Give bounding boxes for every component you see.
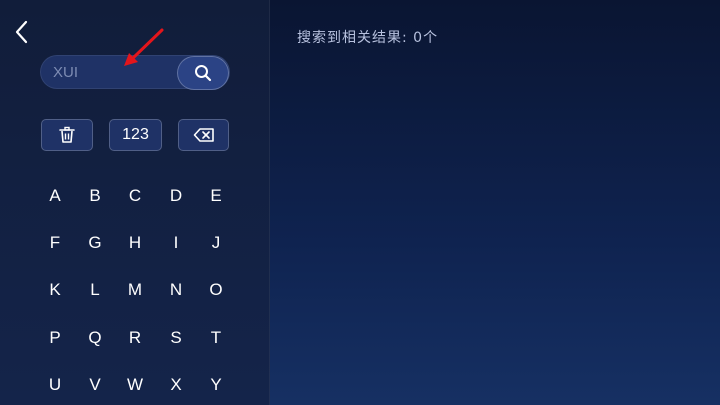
key-e[interactable]: E	[201, 181, 231, 211]
key-b[interactable]: B	[80, 181, 110, 211]
trash-icon	[59, 126, 75, 143]
key-r[interactable]: R	[120, 323, 150, 353]
search-icon	[195, 65, 212, 82]
back-button[interactable]	[8, 16, 34, 48]
key-a[interactable]: A	[40, 181, 70, 211]
key-x[interactable]: X	[161, 370, 191, 400]
key-s[interactable]: S	[161, 323, 191, 353]
search-keyboard-panel: XUI 123 ABCDE FGHIJ KLMNO PQRST UVWXY	[0, 0, 270, 405]
backspace-icon	[193, 128, 214, 142]
key-l[interactable]: L	[80, 275, 110, 305]
key-t[interactable]: T	[201, 323, 231, 353]
search-box: XUI	[40, 55, 230, 90]
key-y[interactable]: Y	[201, 370, 231, 400]
key-n[interactable]: N	[161, 275, 191, 305]
key-g[interactable]: G	[80, 228, 110, 258]
key-u[interactable]: U	[40, 370, 70, 400]
key-f[interactable]: F	[40, 228, 70, 258]
key-m[interactable]: M	[120, 275, 150, 305]
key-w[interactable]: W	[120, 370, 150, 400]
key-v[interactable]: V	[80, 370, 110, 400]
search-input[interactable]: XUI	[53, 56, 173, 90]
result-summary: 搜索到相关结果: 0个	[297, 30, 439, 46]
chevron-left-icon	[15, 20, 28, 44]
clear-all-button[interactable]	[41, 119, 93, 151]
key-j[interactable]: J	[201, 228, 231, 258]
key-o[interactable]: O	[201, 275, 231, 305]
key-h[interactable]: H	[120, 228, 150, 258]
search-button[interactable]	[177, 56, 229, 90]
key-k[interactable]: K	[40, 275, 70, 305]
key-i[interactable]: I	[161, 228, 191, 258]
key-p[interactable]: P	[40, 323, 70, 353]
backspace-button[interactable]	[178, 119, 229, 151]
key-q[interactable]: Q	[80, 323, 110, 353]
key-c[interactable]: C	[120, 181, 150, 211]
numbers-button[interactable]: 123	[109, 119, 162, 151]
key-d[interactable]: D	[161, 181, 191, 211]
